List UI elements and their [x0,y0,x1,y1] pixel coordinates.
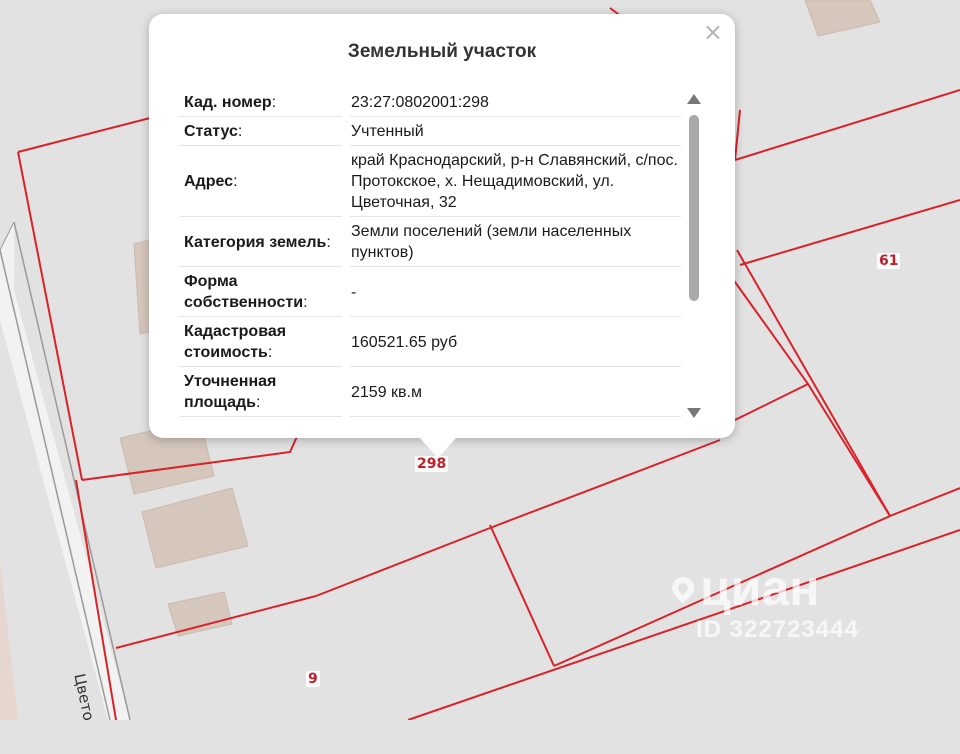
row-value: 160521.65 руб [350,317,681,367]
row-key: Форма собственности [184,273,304,311]
watermark-brand: циан [667,560,859,616]
row-key: Уточненная площадь [184,373,277,411]
location-pin-icon [667,572,699,604]
popup-pointer [420,438,456,458]
info-row-land-category: Категория земель: Земли поселений (земли… [179,217,681,267]
info-row-address: Адрес: край Краснодарский, р-н Славянски… [179,146,681,217]
row-key: Категория земель [184,233,327,251]
watermark: циан ID 322723444 [667,560,859,644]
watermark-id: ID 322723444 [696,616,859,643]
parcel-info-popup: × Земельный участок Кад. номер: 23:27:08… [149,14,735,458]
info-row-cadastral-number: Кад. номер: 23:27:0802001:298 [179,88,681,117]
scrollbar-thumb[interactable] [689,115,699,301]
popup-title: Земельный участок [347,41,537,62]
scroll-up-arrow-icon[interactable] [687,94,701,104]
info-row-status: Статус: Учтенный [179,117,681,146]
info-row-specified-area: Уточненная площадь: 2159 кв.м [179,367,681,417]
popup-scrollbar[interactable] [685,94,703,418]
parcel-info-table[interactable]: Кад. номер: 23:27:0802001:298 Статус: Уч… [179,88,681,422]
row-value: - [350,267,681,317]
row-value: 2159 кв.м [350,367,681,417]
info-row-ownership-form: Форма собственности: - [179,267,681,317]
row-key: Кадастровая стоимость [184,323,287,361]
row-key: Статус [184,123,238,140]
watermark-brand-text: циан [700,560,820,616]
row-key: Адрес [184,173,234,190]
row-key: Кад. номер [184,94,272,111]
row-value: край Краснодарский, р-н Славянский, с/по… [350,146,681,217]
plot-number-9[interactable]: 9 [306,671,320,687]
scroll-down-arrow-icon[interactable] [687,408,701,418]
row-value: Земли поселений (земли населенных пункто… [350,217,681,267]
plot-number-61[interactable]: 61 [877,253,901,269]
plot-number-298[interactable]: 298 [415,456,449,472]
row-value: Учтенный [350,117,681,146]
info-row-cadastral-value: Кадастровая стоимость: 160521.65 руб [179,317,681,367]
row-value: 23:27:0802001:298 [350,88,681,117]
